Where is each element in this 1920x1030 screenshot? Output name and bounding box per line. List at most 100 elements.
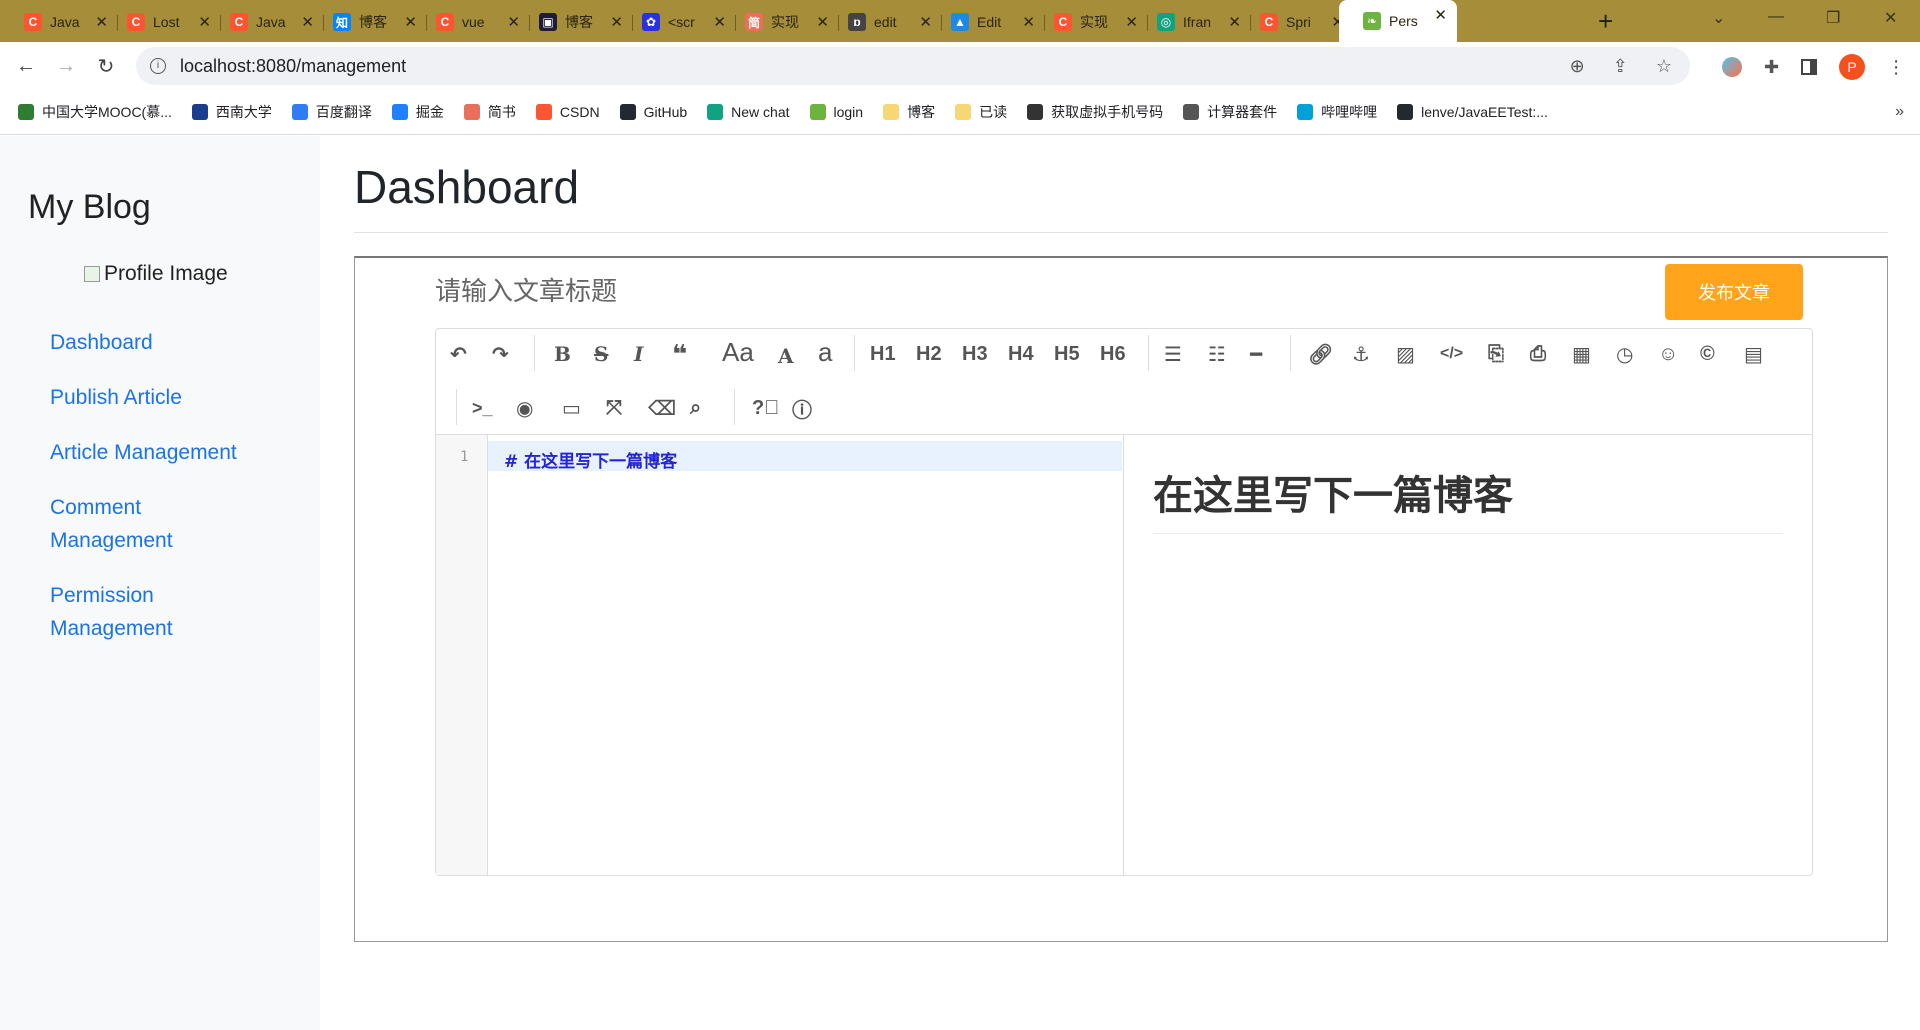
- h1-button[interactable]: H1: [870, 339, 896, 369]
- help-icon[interactable]: ?⃝: [752, 393, 779, 423]
- bookmark-item[interactable]: lenve/JavaEETest:...: [1397, 104, 1548, 120]
- bookmark-item[interactable]: 西南大学: [191, 102, 272, 122]
- tab-search-icon[interactable]: ⌄: [1712, 8, 1725, 28]
- extension-icon[interactable]: [1722, 57, 1742, 77]
- html-entities-icon[interactable]: ©: [1700, 339, 1715, 369]
- minimize-icon[interactable]: —: [1768, 8, 1784, 26]
- browser-tab[interactable]: C Spri ✕: [1236, 7, 1354, 37]
- browser-tab[interactable]: ɒ edit ✕: [824, 7, 942, 37]
- link-icon[interactable]: 🔗︎: [1308, 339, 1333, 369]
- tab-close-icon[interactable]: ✕: [1434, 6, 1447, 24]
- close-window-icon[interactable]: ✕: [1884, 8, 1897, 28]
- italic-icon[interactable]: I: [634, 339, 643, 369]
- font-size-icon[interactable]: A: [778, 341, 794, 371]
- bookmark-label: 获取虚拟手机号码: [1051, 104, 1164, 120]
- restore-icon[interactable]: ❐: [1826, 8, 1840, 28]
- browser-tab[interactable]: ▲ Edit ✕: [927, 7, 1045, 37]
- watch-toggle-icon[interactable]: ◉: [516, 393, 533, 423]
- side-panel-icon[interactable]: [1801, 59, 1818, 75]
- url-text[interactable]: localhost:8080/management: [180, 56, 406, 77]
- bold-icon[interactable]: B: [554, 339, 571, 369]
- bookmark-item[interactable]: 简书: [463, 102, 516, 122]
- bookmark-item[interactable]: New chat: [707, 104, 790, 120]
- quote-icon[interactable]: ❝: [672, 339, 687, 369]
- image-icon[interactable]: ▨: [1396, 339, 1415, 369]
- site-info-icon[interactable]: i: [150, 58, 166, 74]
- undo-icon[interactable]: ↶: [450, 339, 467, 369]
- preformatted-icon[interactable]: ⎙: [1530, 339, 1546, 369]
- h5-button[interactable]: H5: [1054, 339, 1080, 369]
- h4-button[interactable]: H4: [1008, 339, 1034, 369]
- sidebar-item-article-management[interactable]: Article Management: [50, 436, 290, 469]
- omnibox[interactable]: i localhost:8080/management ⊕ ⇪ ☆: [136, 47, 1690, 85]
- publish-article-button[interactable]: 发布文章: [1665, 264, 1803, 320]
- browser-tab[interactable]: ◎ Ifran ✕: [1133, 7, 1251, 37]
- table-icon[interactable]: ▦: [1572, 339, 1591, 369]
- puzzle-icon[interactable]: ✚: [1764, 57, 1779, 78]
- bookmark-item[interactable]: 博客: [883, 102, 935, 122]
- pagebreak-icon[interactable]: ▤: [1744, 339, 1763, 369]
- h6-button[interactable]: H6: [1100, 339, 1126, 369]
- browser-tab[interactable]: 知博客 ✕: [309, 7, 427, 37]
- menu-icon[interactable]: ⋮: [1887, 57, 1905, 78]
- clear-icon[interactable]: ⌫: [648, 393, 676, 423]
- zoom-icon[interactable]: ⊕: [1570, 56, 1585, 77]
- bookmark-item[interactable]: 百度翻译: [291, 102, 372, 122]
- h3-button[interactable]: H3: [962, 339, 988, 369]
- uppercase-icon[interactable]: Aa: [722, 337, 754, 367]
- bookmark-item[interactable]: 计算器套件: [1183, 102, 1277, 122]
- h2-button[interactable]: H2: [916, 339, 942, 369]
- goto-line-icon[interactable]: >_: [472, 393, 493, 423]
- bullet-list-icon[interactable]: ☰: [1164, 339, 1182, 369]
- sidebar-item-dashboard[interactable]: Dashboard: [50, 326, 290, 359]
- bookmark-item[interactable]: CSDN: [535, 104, 600, 120]
- emoji-icon[interactable]: ☺: [1658, 339, 1678, 369]
- bookmark-item[interactable]: login: [809, 104, 863, 120]
- code-block-icon[interactable]: ⎘: [1488, 339, 1504, 369]
- strikethrough-icon[interactable]: S: [594, 339, 608, 369]
- search-icon[interactable]: ⌕: [690, 393, 701, 423]
- reload-icon[interactable]: ↻: [92, 52, 120, 80]
- lowercase-icon[interactable]: a: [818, 337, 832, 367]
- ordered-list-icon[interactable]: ☷: [1208, 339, 1226, 369]
- browser-tab[interactable]: C 实现 ✕: [1030, 7, 1148, 37]
- forward-icon[interactable]: →: [52, 52, 80, 80]
- markdown-input-area[interactable]: # 在这里写下一篇博客: [488, 435, 1124, 875]
- avatar[interactable]: P: [1839, 54, 1866, 80]
- sidebar-item-publish-article[interactable]: Publish Article: [50, 381, 290, 414]
- redo-icon[interactable]: ↷: [492, 339, 509, 369]
- browser-tab[interactable]: ✿ <scr ✕: [618, 7, 736, 37]
- preview-icon[interactable]: ▭: [562, 393, 581, 423]
- back-icon[interactable]: ←: [12, 52, 40, 80]
- article-title-input[interactable]: [435, 270, 1035, 314]
- bookmark-item[interactable]: 哔哩哔哩: [1297, 102, 1377, 122]
- fullscreen-icon[interactable]: ⤧: [606, 393, 622, 423]
- bookmark-item[interactable]: 中国大学MOOC(慕...: [18, 102, 172, 122]
- horizontal-rule-icon[interactable]: ━: [1250, 339, 1262, 369]
- browser-tab[interactable]: ❧ Pers ✕: [1339, 0, 1457, 42]
- markdown-content[interactable]: # 在这里写下一篇博客: [504, 447, 677, 472]
- bookmark-item[interactable]: GitHub: [619, 104, 687, 120]
- new-tab-button[interactable]: +: [1598, 6, 1613, 37]
- bookmark-item[interactable]: 掘金: [391, 102, 444, 122]
- browser-tab[interactable]: ▣ 博客 ✕: [515, 7, 633, 37]
- browser-tab[interactable]: C Lost ✕: [103, 7, 221, 37]
- anchor-icon[interactable]: ⚓︎: [1352, 339, 1370, 369]
- browser-tab[interactable]: C Java ✕: [206, 7, 324, 37]
- bookmark-label: CSDN: [559, 104, 600, 120]
- sidebar-item-permission-management[interactable]: Permission Management: [50, 579, 220, 645]
- browser-tab[interactable]: 简实现 ✕: [721, 7, 839, 37]
- browser-tab[interactable]: Cvue ✕: [412, 7, 530, 37]
- share-icon[interactable]: ⇪: [1613, 56, 1628, 77]
- tab-title: Java: [256, 14, 286, 30]
- bookmark-label: 哔哩哔哩: [1321, 104, 1378, 120]
- browser-tab[interactable]: C Java ✕: [0, 7, 118, 37]
- more-bookmarks-icon[interactable]: »: [1895, 103, 1904, 121]
- datetime-icon[interactable]: ◷: [1616, 339, 1633, 369]
- bookmark-item[interactable]: 获取虚拟手机号码: [1027, 102, 1163, 122]
- sidebar-item-comment-management[interactable]: Comment Management: [50, 491, 220, 557]
- bookmark-star-icon[interactable]: ☆: [1656, 56, 1672, 77]
- bookmark-item[interactable]: 已读: [955, 102, 1007, 122]
- inline-code-icon[interactable]: </>: [1440, 339, 1463, 369]
- info-icon[interactable]: ⓘ: [792, 393, 812, 423]
